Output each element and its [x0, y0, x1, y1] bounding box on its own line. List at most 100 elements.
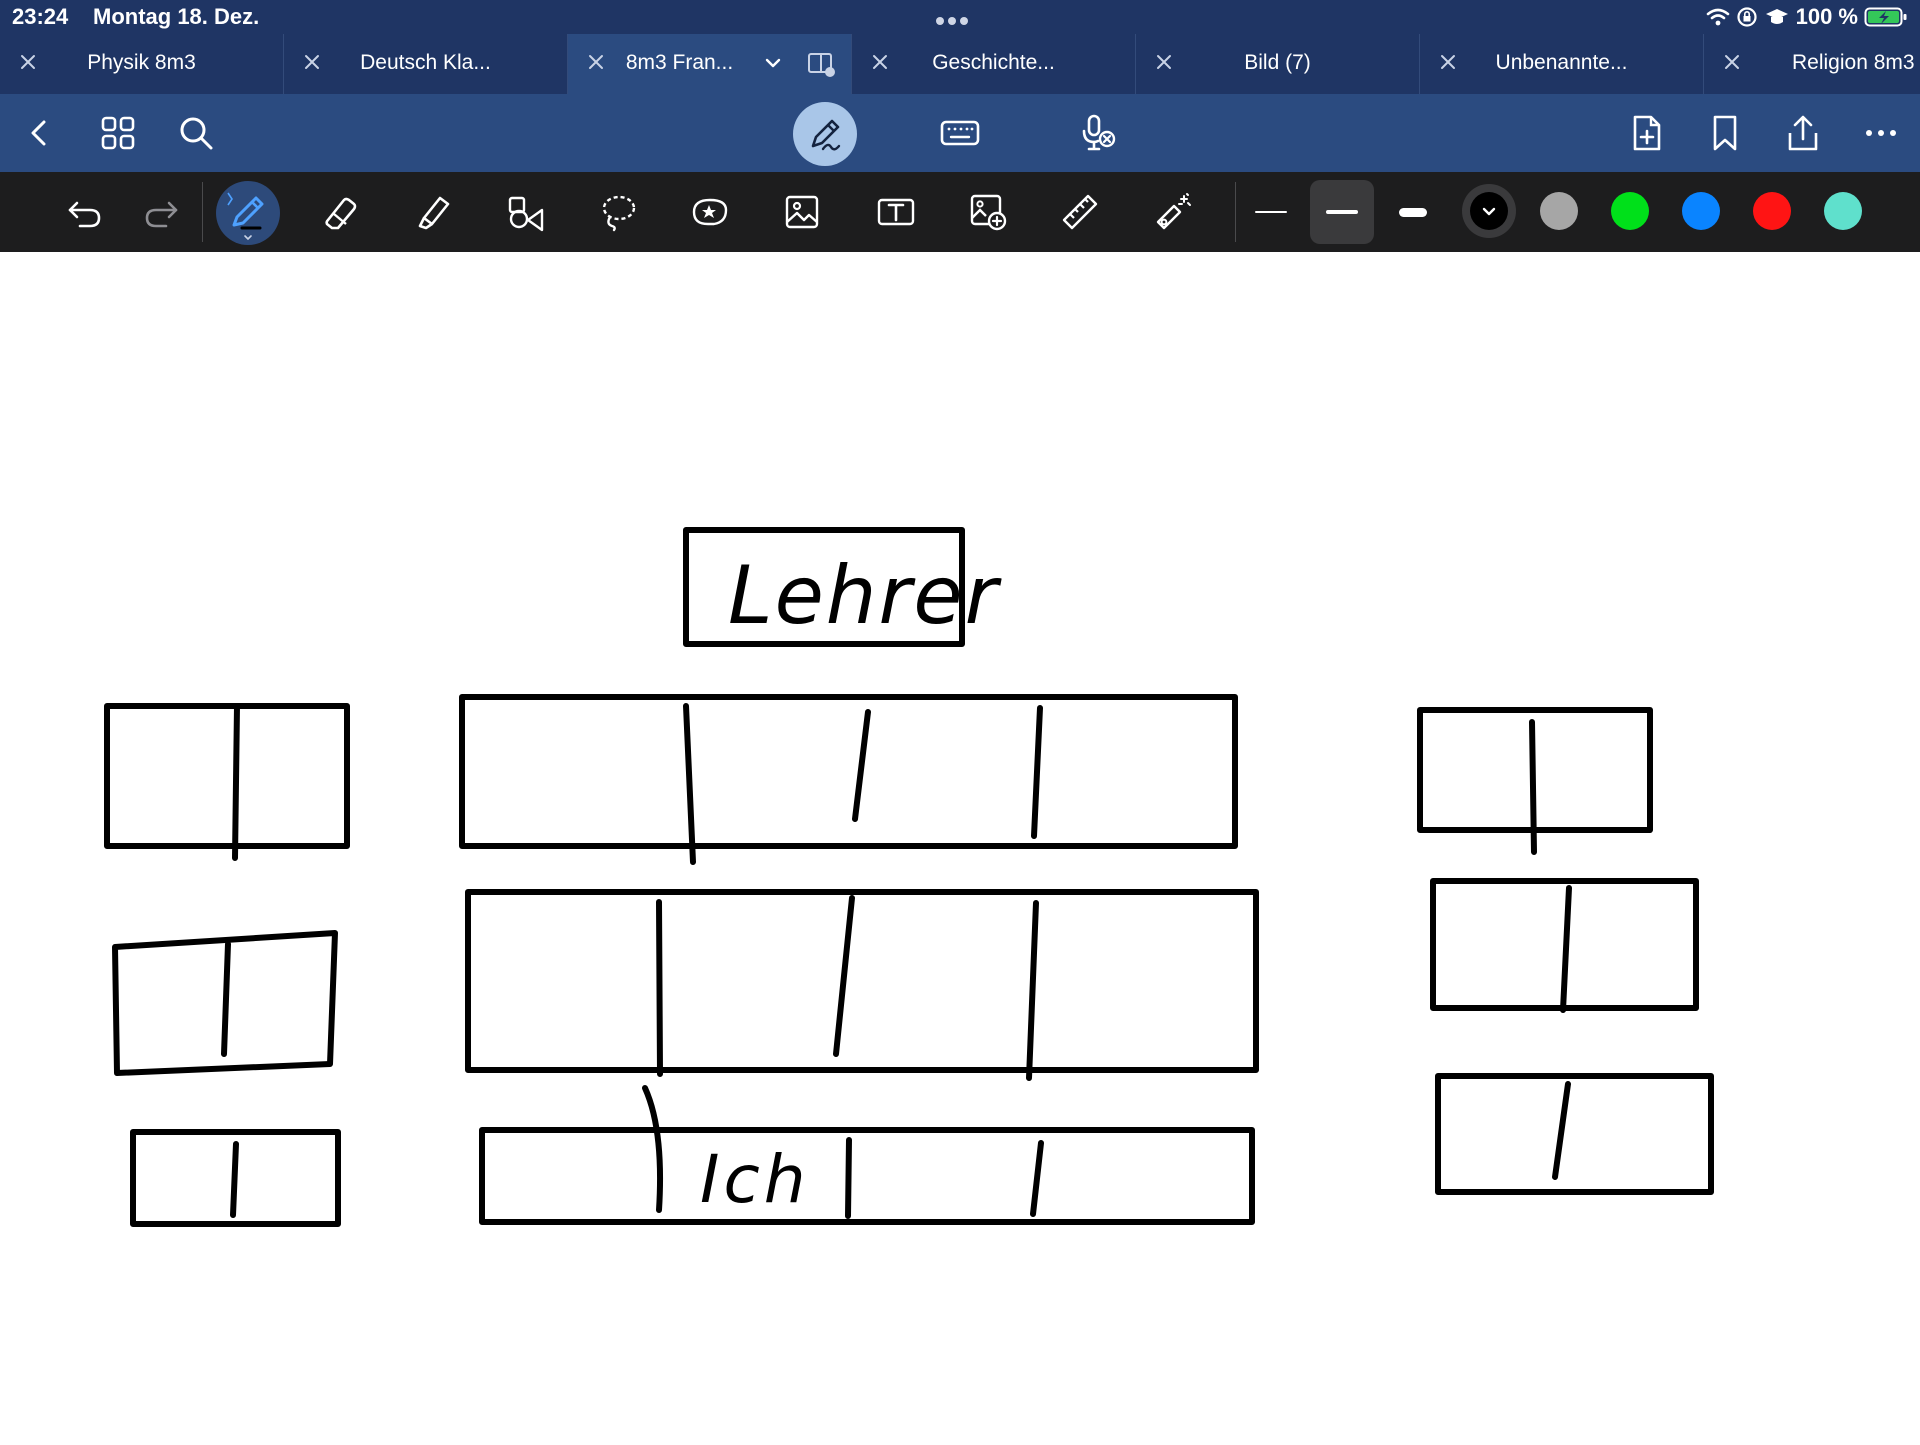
lasso-icon — [602, 195, 636, 232]
bookmark-button[interactable] — [1703, 111, 1747, 155]
multitasking-dots-icon[interactable] — [936, 12, 986, 25]
color-gray-swatch[interactable] — [1540, 192, 1578, 230]
shapes-icon — [508, 196, 544, 232]
redo-button[interactable] — [140, 190, 184, 234]
lasso-tool-button[interactable] — [596, 190, 640, 234]
wifi-icon — [1706, 8, 1729, 26]
undo-icon — [68, 201, 101, 228]
desk-row-1 — [459, 694, 1238, 849]
handwritten-label-ich: Ich — [700, 1141, 810, 1218]
cap-icon — [1765, 9, 1788, 24]
laser-pointer-icon — [1156, 193, 1191, 230]
tab-geschichte[interactable]: Geschichte... — [852, 34, 1136, 94]
tab-religion[interactable]: Religion 8m3 — [1704, 34, 1920, 94]
microphone-off-icon — [1082, 114, 1116, 151]
toolbar-divider — [202, 182, 203, 242]
highlighter-tool-button[interactable] — [410, 190, 454, 234]
tab-bild[interactable]: Bild (7) — [1136, 34, 1420, 94]
close-icon[interactable] — [1722, 52, 1742, 72]
tab-physik[interactable]: Physik 8m3 — [0, 34, 284, 94]
chevron-down-icon[interactable] — [764, 54, 782, 72]
battery-percent: 100 % — [1795, 4, 1858, 29]
ruler-icon — [1062, 194, 1098, 230]
highlighter-icon — [418, 196, 450, 230]
status-bar: 23:24 Montag 18. Dez. 100 % — [0, 0, 1920, 34]
search-button[interactable] — [174, 111, 218, 155]
color-black-swatch[interactable] — [1462, 184, 1516, 238]
search-icon — [180, 117, 213, 150]
pen-mode-button[interactable] — [793, 102, 857, 166]
sticker-tool-button[interactable] — [688, 190, 732, 234]
color-black-fill — [1470, 192, 1508, 230]
color-green-swatch[interactable] — [1611, 192, 1649, 230]
undo-button[interactable] — [62, 190, 106, 234]
back-button[interactable] — [18, 111, 62, 155]
tab-label: 8m3 Fran... — [625, 51, 734, 74]
battery-charging-icon — [1864, 7, 1907, 27]
text-tool-button[interactable] — [874, 190, 918, 234]
camera-image-tool-button[interactable] — [966, 190, 1010, 234]
status-time: 23:24 — [12, 4, 69, 29]
laser-pointer-tool-button[interactable] — [1150, 190, 1194, 234]
chevron-down-icon — [1482, 207, 1496, 216]
color-red-swatch[interactable] — [1753, 192, 1791, 230]
tab-deutsch[interactable]: Deutsch Kla... — [284, 34, 568, 94]
desk-divider — [230, 1141, 239, 1218]
navigation-toolbar — [0, 94, 1920, 172]
stroke-thin-preview — [1255, 211, 1287, 213]
tab-label: Bild (7) — [1244, 51, 1311, 74]
pen-tool-button[interactable] — [216, 181, 280, 245]
tab-label: Unbenannte... — [1495, 51, 1628, 74]
tab-label: Religion 8m3 — [1792, 51, 1915, 74]
pen-icon — [227, 192, 264, 241]
tab-label: Physik 8m3 — [87, 51, 196, 74]
camera-image-icon — [970, 194, 1007, 231]
toolbar-divider — [1235, 182, 1236, 242]
share-icon — [1788, 115, 1818, 151]
stroke-thick-button[interactable] — [1381, 180, 1445, 244]
keyboard-button[interactable] — [938, 111, 982, 155]
image-icon — [785, 195, 819, 229]
note-canvas[interactable]: Lehrer Ich — [0, 252, 1920, 1440]
desk-row-2-dividers — [656, 895, 1039, 1081]
keyboard-icon — [940, 120, 980, 146]
stroke-thick-preview — [1399, 208, 1427, 217]
tab-label: Geschichte... — [932, 51, 1055, 74]
desk-divider — [1560, 885, 1572, 1013]
stroke-medium-preview — [1326, 210, 1358, 214]
drawing-layer: Lehrer Ich — [104, 527, 1714, 1227]
sticker-icon — [692, 198, 728, 226]
stroke-thin-button[interactable] — [1239, 180, 1303, 244]
more-button[interactable] — [1859, 111, 1903, 155]
desk-divider — [232, 703, 240, 861]
grid-icon — [101, 116, 135, 150]
desk-divider — [221, 941, 231, 1057]
desk-divider — [1529, 719, 1537, 855]
desk-row-3 — [479, 1127, 1255, 1225]
status-indicators: 100 % — [1706, 2, 1908, 32]
desk-row-1-dividers — [683, 703, 1043, 865]
back-icon — [31, 120, 46, 146]
bookmark-icon — [1713, 115, 1737, 151]
audio-recording-button[interactable] — [1076, 111, 1120, 155]
desk-left-1 — [104, 703, 350, 849]
color-blue-swatch[interactable] — [1682, 192, 1720, 230]
redo-icon — [145, 201, 178, 228]
split-view-icon[interactable] — [805, 48, 837, 80]
tab-unbenannte[interactable]: Unbenannte... — [1420, 34, 1704, 94]
status-date: Montag 18. Dez. — [93, 4, 260, 29]
overview-button[interactable] — [96, 111, 140, 155]
desk-row-2 — [465, 889, 1259, 1073]
more-icon — [1866, 130, 1896, 136]
image-tool-button[interactable] — [780, 190, 824, 234]
tab-label: Deutsch Kla... — [360, 51, 491, 74]
share-button[interactable] — [1781, 111, 1825, 155]
desk-divider — [1552, 1081, 1571, 1180]
eraser-tool-button[interactable] — [318, 190, 362, 234]
add-page-button[interactable] — [1625, 111, 1669, 155]
shapes-tool-button[interactable] — [504, 190, 548, 234]
stroke-medium-button[interactable] — [1310, 180, 1374, 244]
tab-8m3-franzoesisch[interactable]: 8m3 Fran... — [568, 34, 852, 94]
ruler-tool-button[interactable] — [1058, 190, 1102, 234]
color-teal-swatch[interactable] — [1824, 192, 1862, 230]
